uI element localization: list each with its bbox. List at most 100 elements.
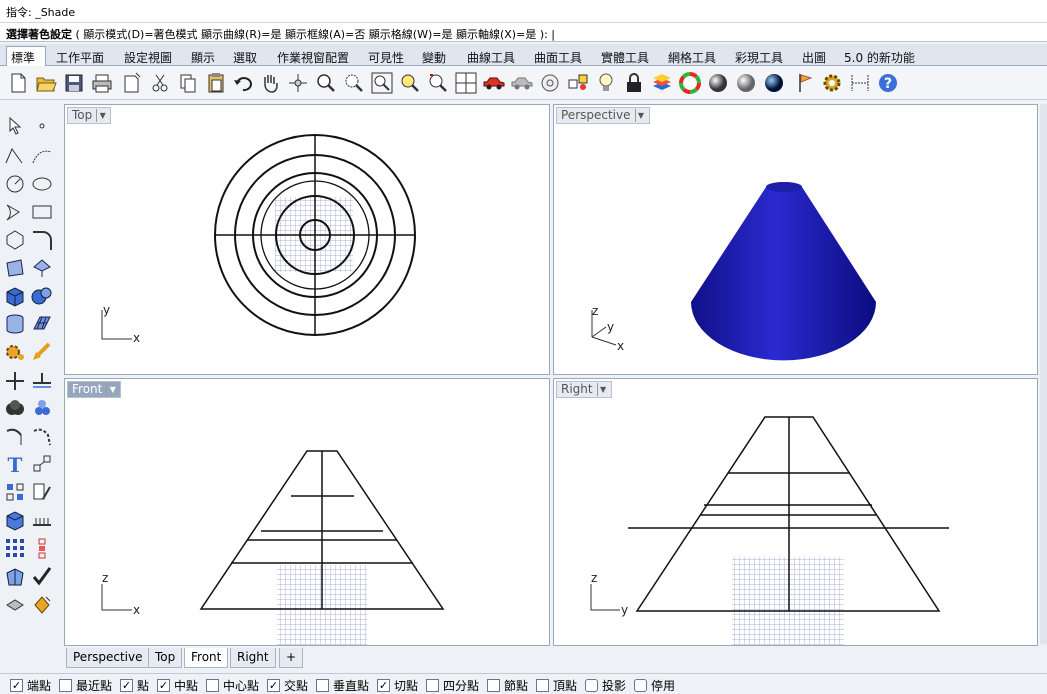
print-icon[interactable] (90, 71, 114, 95)
tab-standard[interactable]: 標準 (6, 46, 46, 67)
point-icon[interactable] (30, 114, 54, 138)
tab-solid-tools[interactable]: 實體工具 (597, 47, 653, 66)
pencil-edit-icon[interactable] (30, 480, 54, 504)
flag-icon[interactable] (794, 71, 818, 95)
checkbox-icon[interactable] (426, 679, 439, 692)
pan-hand-icon[interactable] (258, 71, 282, 95)
tab-render-tools[interactable]: 彩現工具 (731, 47, 787, 66)
add-viewport-tab-icon[interactable]: + (279, 648, 304, 668)
tab-display[interactable]: 顯示 (187, 47, 219, 66)
tab-mesh-tools[interactable]: 網格工具 (664, 47, 720, 66)
help-icon[interactable]: ? (876, 71, 900, 95)
text-icon[interactable]: T (3, 452, 27, 476)
sphere-blue-icon[interactable] (762, 71, 786, 95)
polygon-icon[interactable] (3, 228, 27, 252)
checkbox-icon[interactable] (536, 679, 549, 692)
zoom-extents-icon[interactable] (370, 71, 394, 95)
split-icon[interactable] (30, 368, 54, 392)
command-prompt[interactable]: 選擇著色設定 ( 顯示模式(D)=著色模式 顯示曲線(R)=是 顯示框線(A)=… (0, 22, 1047, 42)
osnap-perp[interactable]: 垂直點 (316, 677, 369, 694)
extrude-surface-icon[interactable] (30, 256, 54, 280)
osnap-center[interactable]: 中心點 (206, 677, 259, 694)
named-views-icon[interactable] (566, 71, 590, 95)
viewport-tab-top[interactable]: Top (148, 648, 183, 668)
checkbox-checked-icon[interactable]: ✓ (377, 679, 390, 692)
circle-icon[interactable] (3, 172, 27, 196)
target-icon[interactable] (538, 71, 562, 95)
rotate-icon[interactable] (426, 71, 450, 95)
viewport-tab-front[interactable]: Front (184, 648, 229, 668)
checkbox-icon[interactable] (206, 679, 219, 692)
checkbox-checked-icon[interactable]: ✓ (157, 679, 170, 692)
cut-icon[interactable] (148, 71, 172, 95)
save-icon[interactable] (62, 71, 86, 95)
sphere-dark-icon[interactable] (706, 71, 730, 95)
transform-arrow-icon[interactable] (30, 340, 54, 364)
box-icon[interactable] (3, 284, 27, 308)
fillet-curve-icon[interactable] (30, 228, 54, 252)
checkmark-icon[interactable] (30, 564, 54, 588)
four-viewports-icon[interactable] (454, 71, 478, 95)
analysis-icon[interactable] (3, 564, 27, 588)
polyline-icon[interactable] (3, 144, 27, 168)
solid-box-icon[interactable] (3, 508, 27, 532)
material-bucket-icon[interactable] (30, 592, 54, 616)
dimension-ruler-icon[interactable] (30, 508, 54, 532)
viewport-title-perspective[interactable]: Perspective ▼ (556, 107, 650, 124)
car-icon[interactable] (482, 71, 506, 95)
command-prompt-options[interactable]: ( 顯示模式(D)=著色模式 顯示曲線(R)=是 顯示框線(A)=否 顯示格線(… (72, 28, 555, 41)
checkbox-icon[interactable] (59, 679, 72, 692)
ellipse-icon[interactable] (30, 172, 54, 196)
viewport-perspective[interactable]: z y x Perspective ▼ (553, 104, 1038, 375)
control-points-icon[interactable] (30, 536, 54, 560)
open-icon[interactable] (34, 71, 58, 95)
checkbox-checked-icon[interactable]: ✓ (267, 679, 280, 692)
trim-icon[interactable] (3, 368, 27, 392)
tab-select[interactable]: 選取 (229, 47, 261, 66)
chevron-down-icon[interactable]: ▼ (634, 109, 647, 122)
viewport-title-right[interactable]: Right ▼ (556, 381, 612, 398)
checkbox-icon[interactable] (487, 679, 500, 692)
checkbox-icon[interactable] (634, 679, 647, 692)
osnap-vertex[interactable]: 頂點 (536, 677, 577, 694)
surface-from-points-icon[interactable] (3, 256, 27, 280)
viewport-title-top[interactable]: Top ▼ (67, 107, 112, 124)
viewport-top[interactable]: y x Top ▼ (64, 104, 550, 375)
array-icon[interactable] (3, 480, 27, 504)
rectangle-icon[interactable] (30, 200, 54, 224)
osnap-mid[interactable]: ✓ 中點 (157, 677, 198, 694)
tab-visibility[interactable]: 可見性 (364, 47, 408, 66)
sphere-icon[interactable] (30, 284, 54, 308)
checkbox-icon[interactable] (585, 679, 598, 692)
tab-set-view[interactable]: 設定視圖 (120, 47, 176, 66)
import-icon[interactable] (120, 71, 144, 95)
viewport-front[interactable]: z x Front ▼ (64, 378, 550, 646)
cylinder-icon[interactable] (3, 312, 27, 336)
osnap-end[interactable]: ✓ 端點 (10, 677, 51, 694)
sphere-gray-icon[interactable] (734, 71, 758, 95)
osnap-point[interactable]: ✓ 點 (120, 677, 149, 694)
undo-icon[interactable] (232, 71, 256, 95)
boolean-union-icon[interactable] (3, 396, 27, 420)
viewport-tab-perspective[interactable]: Perspective (66, 648, 150, 668)
light-icon[interactable] (594, 71, 618, 95)
tab-transform[interactable]: 變動 (418, 47, 450, 66)
chevron-down-icon[interactable]: ▼ (596, 383, 609, 396)
osnap-knot[interactable]: 節點 (487, 677, 528, 694)
tab-curve-tools[interactable]: 曲線工具 (463, 47, 519, 66)
render-shaded-icon[interactable] (3, 592, 27, 616)
viewport-title-front[interactable]: Front ▼ (67, 381, 122, 398)
checkbox-icon[interactable] (316, 679, 329, 692)
chevron-down-icon[interactable]: ▼ (96, 109, 108, 122)
mesh-plane-icon[interactable] (30, 312, 54, 336)
dimension-icon[interactable] (848, 71, 872, 95)
chevron-down-icon[interactable]: ▼ (106, 383, 118, 396)
rotate-curve-icon[interactable] (3, 424, 27, 448)
viewport-right[interactable]: z y Right ▼ (553, 378, 1038, 646)
color-wheel-icon[interactable] (678, 71, 702, 95)
grid-points-icon[interactable] (3, 536, 27, 560)
zoom-selected-icon[interactable] (398, 71, 422, 95)
osnap-disable[interactable]: 停用 (634, 677, 675, 694)
curve-icon[interactable] (30, 144, 54, 168)
car-gray-icon[interactable] (510, 71, 534, 95)
